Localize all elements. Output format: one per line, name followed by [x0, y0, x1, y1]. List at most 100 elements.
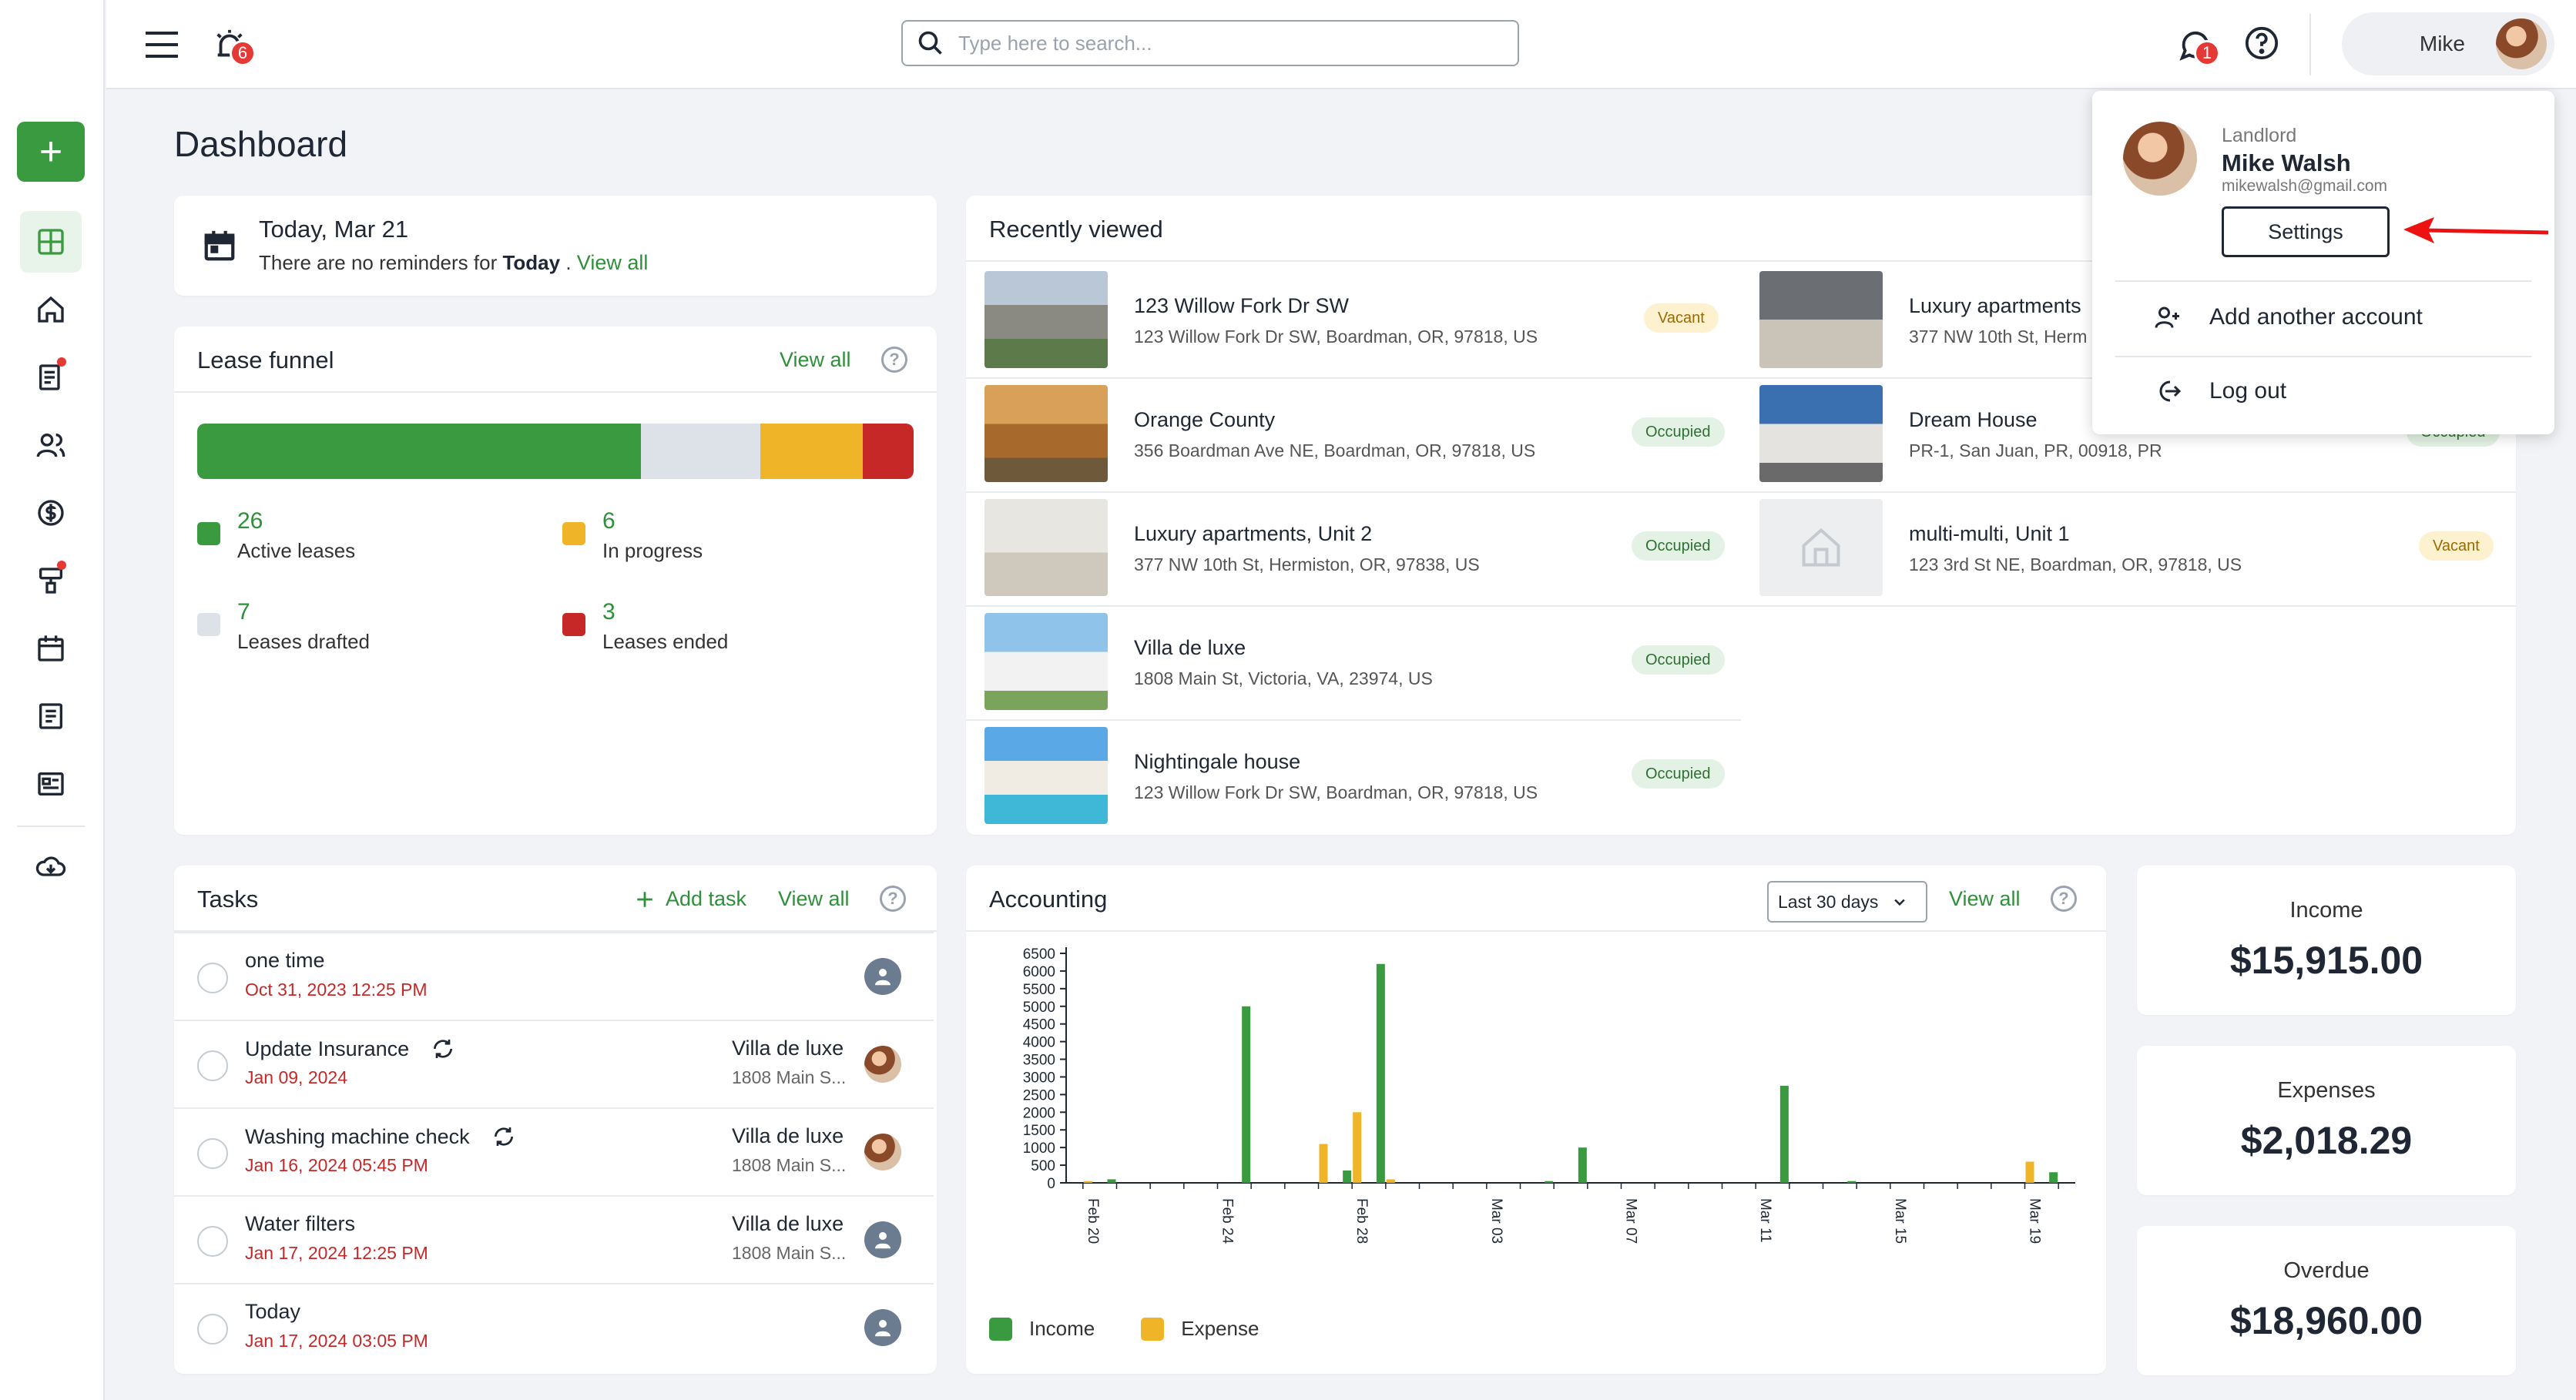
task-row[interactable]: one time Oct 31, 2023 12:25 PM [174, 932, 934, 1020]
task-checkbox[interactable] [197, 1138, 228, 1169]
chevron-down-icon [1894, 899, 1906, 906]
task-checkbox[interactable] [197, 963, 228, 993]
property-address: 377 NW 10th St, Herm [1909, 327, 2088, 347]
funnel-segment[interactable] [640, 424, 760, 479]
expenses-label: Expenses [2277, 1078, 2376, 1103]
documents-icon[interactable] [20, 347, 82, 408]
accounting-view-all-link[interactable]: View all [1949, 887, 2021, 911]
property-item[interactable]: Nightingale house 123 Willow Fork Dr SW,… [966, 719, 1741, 833]
overdue-card[interactable]: Overdue $18,960.00 [2137, 1226, 2516, 1375]
add-task-button[interactable]: Add task [635, 887, 746, 911]
property-item[interactable]: 123 Willow Fork Dr SW 123 Willow Fork Dr… [966, 263, 1741, 377]
dollar-icon[interactable] [20, 482, 82, 544]
add-task-label: Add task [666, 887, 747, 910]
x-tick-label: Mar 07 [1623, 1198, 1639, 1244]
property-address: 377 NW 10th St, Hermiston, OR, 97838, US [1134, 554, 1480, 574]
help-icon[interactable]: ? [2051, 886, 2077, 912]
sidebar: + [0, 0, 105, 1400]
legend-swatch [197, 613, 220, 636]
accounting-card: Accounting Last 30 days View all ? 0 500 1… [966, 866, 2106, 1374]
task-date: Jan 17, 2024 12:25 PM [245, 1243, 428, 1263]
user-menu-button[interactable]: Mike [2342, 12, 2554, 75]
chart-bar-expense [2025, 1161, 2034, 1183]
dashboard-icon[interactable] [20, 211, 82, 273]
property-name: Villa de luxe [1134, 636, 1246, 659]
expenses-card[interactable]: Expenses $2,018.29 [2137, 1046, 2516, 1195]
property-item[interactable]: multi-multi, Unit 1 123 3rd St NE, Board… [1741, 491, 2516, 605]
menu-icon[interactable] [140, 23, 183, 66]
property-thumbnail [984, 499, 1108, 596]
property-item[interactable]: Luxury apartments, Unit 2 377 NW 10th St… [966, 491, 1741, 605]
legend-value: 3 [602, 599, 615, 625]
logout-item[interactable]: Log out [2154, 377, 2286, 405]
chart-legend: Income Expense [989, 1317, 1259, 1341]
add-account-item[interactable]: Add another account [2154, 303, 2423, 331]
task-checkbox[interactable] [197, 1050, 228, 1081]
date-range-value: Last 30 days [1778, 891, 1879, 912]
date-range-select[interactable]: Last 30 days [1767, 881, 1927, 923]
legend-expense-label: Expense [1181, 1317, 1259, 1340]
legend-label: In progress [602, 539, 703, 562]
property-item[interactable]: Orange County 356 Boardman Ave NE, Board… [966, 377, 1741, 491]
lease-funnel-header: Lease funnel View all ? [174, 327, 937, 393]
task-property: Villa de luxe [732, 1037, 844, 1060]
user-dropdown-menu: Landlord Mike Walsh mikewalsh@gmail.com … [2092, 91, 2554, 434]
property-item[interactable]: Villa de luxe 1808 Main St, Victoria, VA… [966, 605, 1741, 719]
calendar-icon[interactable] [20, 618, 82, 679]
property-thumbnail [1759, 271, 1883, 368]
income-card[interactable]: Income $15,915.00 [2137, 866, 2516, 1015]
reports-icon[interactable] [20, 753, 82, 815]
accounting-chart: 0 50010001500 2000250030003500 4000 45005000… [1023, 946, 2075, 1244]
people-icon[interactable] [20, 414, 82, 476]
maintenance-icon[interactable] [20, 550, 82, 611]
user-name: Mike [2419, 32, 2465, 55]
task-name: Update Insurance [245, 1037, 410, 1060]
expenses-value: $2,018.29 [2240, 1119, 2413, 1162]
red-arrow-annotation [2403, 217, 2549, 243]
home-icon[interactable] [20, 279, 82, 340]
add-button[interactable]: + [17, 122, 85, 182]
legend-label: Leases ended [602, 630, 729, 653]
lease-funnel-view-all-link[interactable]: View all [780, 348, 851, 372]
messages-icon[interactable]: 1 [2172, 22, 2220, 68]
reminder-date: Today, Mar 21 [259, 216, 409, 243]
status-badge: Vacant [1644, 303, 1719, 333]
task-checkbox[interactable] [197, 1314, 228, 1345]
settings-button[interactable]: Settings [2222, 206, 2390, 257]
chart-bar-expense [1083, 1181, 1092, 1183]
search-box[interactable] [901, 20, 1519, 66]
property-name: Luxury apartments, Unit 2 [1134, 522, 1373, 545]
task-date: Oct 31, 2023 12:25 PM [245, 980, 428, 1000]
legend-swatch [562, 522, 585, 545]
funnel-segment[interactable] [760, 424, 863, 479]
messages-badge: 1 [2194, 40, 2220, 66]
task-property: Villa de luxe [732, 1212, 844, 1235]
help-icon[interactable] [2242, 23, 2282, 63]
chart-bar-expense [1353, 1112, 1362, 1183]
search-input[interactable] [958, 31, 1482, 55]
funnel-segment[interactable] [197, 424, 641, 479]
task-row[interactable]: Water filters Jan 17, 2024 12:25 PM Vill… [174, 1195, 934, 1283]
reminder-view-all-link[interactable]: View all [577, 251, 649, 274]
property-thumbnail [1759, 499, 1883, 596]
recurring-icon [434, 1040, 453, 1058]
y-tick-label: 4500 [1023, 1017, 1055, 1033]
help-icon[interactable]: ? [880, 886, 906, 912]
task-checkbox[interactable] [197, 1226, 228, 1257]
task-row[interactable]: Today Jan 17, 2024 03:05 PM [174, 1283, 934, 1371]
notes-icon[interactable] [20, 685, 82, 747]
y-tick-label: 4000 [1023, 1035, 1055, 1051]
status-badge: Vacant [2419, 531, 2494, 561]
tasks-view-all-link[interactable]: View all [778, 887, 850, 911]
alarm-icon[interactable]: 6 [206, 22, 256, 68]
task-name: one time [245, 949, 325, 972]
chart-bar-income [1242, 1006, 1251, 1183]
download-cloud-icon[interactable] [20, 836, 82, 898]
chart-bar-income [2049, 1172, 2058, 1183]
funnel-segment[interactable] [862, 424, 914, 479]
reminder-text: There are no reminders for Today . View … [259, 251, 648, 275]
task-row[interactable]: Update Insurance Jan 09, 2024 Villa de l… [174, 1020, 934, 1107]
help-icon[interactable]: ? [881, 347, 907, 373]
x-tick-label: Mar 11 [1757, 1198, 1773, 1243]
task-row[interactable]: Washing machine check Jan 16, 2024 05:45… [174, 1107, 934, 1195]
